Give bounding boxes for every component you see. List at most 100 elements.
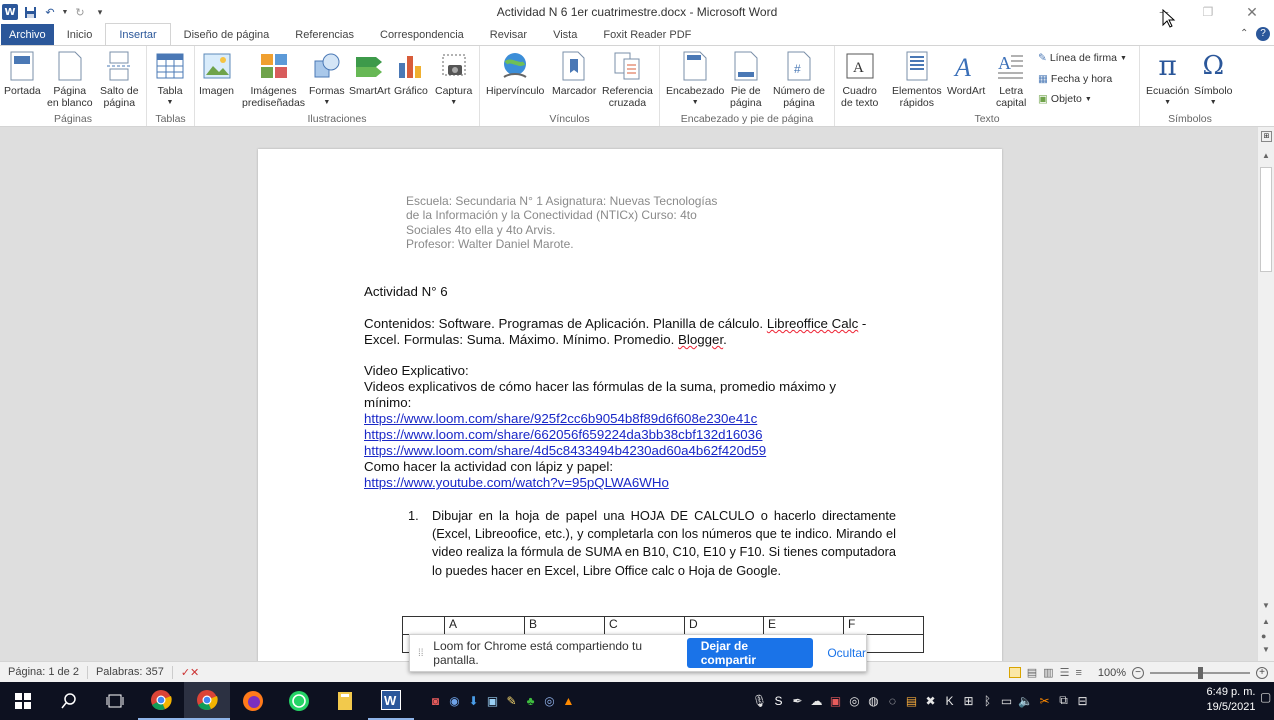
pen-icon[interactable]: ✒ (788, 691, 807, 710)
close-icon[interactable]: ✕ (1230, 0, 1274, 24)
imagen-button[interactable]: Imagen (199, 50, 234, 97)
search-icon[interactable] (46, 682, 92, 720)
customize-qat-icon[interactable]: ▾ (92, 4, 108, 20)
full-screen-icon[interactable]: ▤ (1027, 666, 1037, 679)
redo-icon[interactable]: ↻ (72, 4, 88, 20)
tray-icon-4[interactable]: ▤ (902, 691, 921, 710)
youtube-link[interactable]: https://www.youtube.com/watch?v=95pQLWA6… (364, 475, 894, 491)
letra-capital-button[interactable]: A Letra capital (996, 50, 1026, 109)
undo-icon[interactable]: ↶ (42, 4, 58, 20)
tab-vista[interactable]: Vista (540, 24, 590, 45)
print-layout-icon[interactable] (1008, 667, 1021, 678)
loom-link-1[interactable]: https://www.loom.com/share/925f2cc6b9054… (364, 411, 894, 427)
tab-diseno-pagina[interactable]: Diseño de página (171, 24, 283, 45)
app-icon-3[interactable]: ▣ (483, 691, 502, 710)
tray-icon-3[interactable]: ◌ (883, 691, 902, 710)
word-count[interactable]: Palabras: 357 (88, 665, 173, 679)
elementos-rapidos-button[interactable]: Elementos rápidos (892, 50, 942, 109)
numero-de-pagina-button[interactable]: # Número de página (773, 50, 825, 109)
next-page-icon[interactable]: ▼ (1262, 645, 1270, 654)
tab-inicio[interactable]: Inicio (54, 24, 106, 45)
word-taskbar-icon[interactable]: W (368, 682, 414, 720)
tab-referencias[interactable]: Referencias (282, 24, 367, 45)
page-count[interactable]: Página: 1 de 2 (0, 665, 88, 679)
pie-de-pagina-button[interactable]: Pie de página (730, 50, 762, 109)
encabezado-button[interactable]: Encabezado ▼ (666, 50, 724, 109)
download-icon[interactable]: ⬇ (464, 691, 483, 710)
cuadro-de-texto-button[interactable]: A Cuadro de texto (841, 50, 878, 109)
mic-icon[interactable]: 🎙 (750, 691, 769, 710)
simbolo-button[interactable]: Ω Símbolo ▼ (1194, 50, 1233, 109)
firefox-icon[interactable] (230, 682, 276, 720)
loom-link-2[interactable]: https://www.loom.com/share/662056f659224… (364, 427, 894, 443)
chrome-icon[interactable] (138, 682, 184, 720)
volume-icon[interactable]: 🔈 (1016, 691, 1035, 710)
scroll-up-icon[interactable]: ▲ (1262, 151, 1270, 160)
document-page[interactable]: Escuela: Secundaria N° 1 Asignatura: Nue… (258, 149, 1002, 661)
vlc-icon[interactable]: ▲ (559, 691, 578, 710)
whatsapp-icon[interactable] (276, 682, 322, 720)
scroll-down-icon[interactable]: ▼ (1262, 601, 1270, 610)
app-icon-4[interactable]: ✎ (502, 691, 521, 710)
language-icon[interactable]: ⊟ (1073, 691, 1092, 710)
objeto-button[interactable]: ▣ Objeto ▼ (1038, 93, 1092, 105)
zoom-out-icon[interactable]: − (1132, 666, 1144, 679)
skype-icon[interactable]: S (769, 691, 788, 710)
tray-icon-5[interactable]: ✖ (921, 691, 940, 710)
app-icon-5[interactable]: ♣ (521, 691, 540, 710)
hipervinculo-button[interactable]: Hipervínculo (486, 50, 544, 97)
loom-link-3[interactable]: https://www.loom.com/share/4d5c8433494b4… (364, 443, 894, 459)
ruler-toggle-icon[interactable]: ⊞ (1261, 131, 1272, 142)
hide-button[interactable]: Ocultar (827, 646, 866, 660)
zoom-in-icon[interactable]: + (1256, 666, 1268, 679)
formas-button[interactable]: Formas ▼ (309, 50, 345, 109)
tab-foxit[interactable]: Foxit Reader PDF (590, 24, 704, 45)
bluetooth-icon[interactable]: ᛒ (978, 691, 997, 710)
tray-icon-2[interactable]: ◍ (864, 691, 883, 710)
scroll-thumb[interactable] (1260, 167, 1272, 272)
file-explorer-icon[interactable] (322, 682, 368, 720)
proofing-icon[interactable]: ✓✕ (173, 666, 207, 679)
imagenes-predisenadas-button[interactable]: Imágenes prediseñadas (242, 50, 305, 109)
security-icon[interactable]: ▣ (826, 691, 845, 710)
tabla-button[interactable]: Tabla ▼ (155, 50, 185, 109)
save-icon[interactable] (22, 4, 38, 20)
captura-button[interactable]: Captura ▼ (435, 50, 472, 109)
restore-icon[interactable]: ❐ (1186, 0, 1230, 24)
portada-button[interactable]: Portada (4, 50, 41, 97)
undo-dropdown-icon[interactable]: ▼ (62, 4, 69, 20)
minimize-ribbon-icon[interactable]: ⌃ (1240, 28, 1252, 40)
pagina-en-blanco-button[interactable]: Página en blanco (47, 50, 93, 109)
tab-archivo[interactable]: Archivo (1, 24, 54, 45)
clock[interactable]: 6:49 p. m. 19/5/2021 (1196, 685, 1266, 715)
start-icon[interactable] (0, 682, 46, 720)
referencia-cruzada-button[interactable]: Referencia cruzada (602, 50, 653, 109)
cloud-icon[interactable]: ☁ (807, 691, 826, 710)
vertical-scrollbar[interactable]: ⊞ ▲ ▼ ▲ ● ▼ (1257, 127, 1274, 661)
prev-page-icon[interactable]: ▲ (1262, 617, 1270, 626)
smartart-button[interactable]: SmartArt (349, 50, 390, 97)
linea-de-firma-button[interactable]: ✎ Línea de firma ▼ (1038, 52, 1127, 64)
tray-icon-1[interactable]: ◎ (845, 691, 864, 710)
outline-icon[interactable]: ☰ (1060, 666, 1070, 679)
help-icon[interactable]: ? (1256, 27, 1270, 41)
wordart-button[interactable]: A WordArt (947, 50, 985, 97)
battery-icon[interactable]: ▭ (997, 691, 1016, 710)
tab-revisar[interactable]: Revisar (477, 24, 540, 45)
task-view-icon[interactable] (92, 682, 138, 720)
draft-icon[interactable]: ≡ (1075, 667, 1081, 679)
browse-object-icon[interactable]: ● (1261, 631, 1266, 641)
ecuacion-button[interactable]: π Ecuación ▼ (1146, 50, 1189, 109)
web-layout-icon[interactable]: ▥ (1043, 666, 1053, 679)
app-icon-1[interactable]: ◙ (426, 691, 445, 710)
tab-correspondencia[interactable]: Correspondencia (367, 24, 477, 45)
salto-de-pagina-button[interactable]: Salto de página (100, 50, 139, 109)
chrome-profile-icon[interactable] (184, 682, 230, 720)
drag-handle-icon[interactable]: ⁞⁞ (418, 648, 427, 659)
tray-icon-8[interactable]: ✂ (1035, 691, 1054, 710)
zoom-level[interactable]: 100% (1098, 667, 1126, 679)
notifications-icon[interactable]: ▢ (1260, 690, 1272, 710)
tray-icon-7[interactable]: ⊞ (959, 691, 978, 710)
tray-icon-6[interactable]: K (940, 691, 959, 710)
marcador-button[interactable]: Marcador (552, 50, 596, 97)
